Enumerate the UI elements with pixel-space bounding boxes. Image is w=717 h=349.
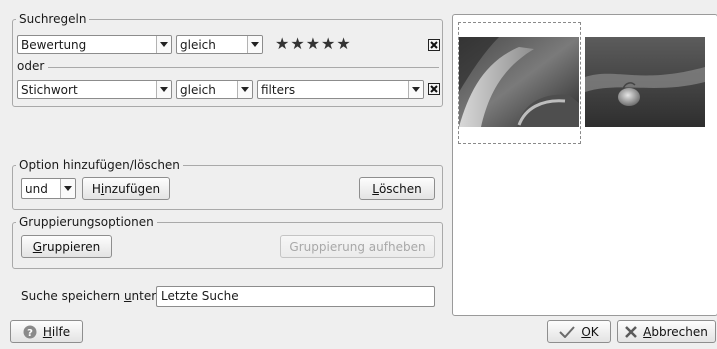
save-search-name-input[interactable]: Letzte Suche	[156, 286, 435, 307]
rule-separator-line	[48, 67, 439, 68]
help-label-mnemonic: H	[42, 324, 52, 339]
chevron-down-icon	[237, 81, 252, 98]
rule1-field-value: Bewertung	[21, 37, 87, 52]
chevron-down-icon	[156, 81, 171, 98]
delete-button[interactable]: Löschen	[359, 177, 435, 200]
conjunction-select[interactable]: und	[21, 178, 76, 199]
help-icon: ?	[23, 325, 37, 339]
add-label-suffix: nzufügen	[104, 181, 161, 196]
chevron-down-icon	[408, 81, 423, 98]
thumbnail-2-image	[585, 37, 705, 127]
cancel-button[interactable]: Abbrechen	[617, 320, 716, 343]
cancel-label-mnemonic: A	[643, 324, 652, 339]
rule2-operator-value: gleich	[180, 82, 216, 97]
ok-label-suffix: K	[590, 324, 599, 339]
remove-rule1-button[interactable]	[428, 39, 440, 51]
rule-separator-label: oder	[17, 59, 45, 73]
delete-label-suffix: öschen	[378, 181, 422, 196]
rule1-operator-value: gleich	[180, 37, 216, 52]
rating-stars[interactable]: ★★★★★	[275, 34, 352, 54]
save-label-prefix: Suche speichern	[21, 289, 124, 303]
chevron-down-icon	[247, 36, 262, 53]
thumbnail-2[interactable]	[585, 37, 705, 127]
ok-label-mnemonic: O	[581, 324, 591, 339]
ungroup-label: Gruppierung aufheben	[289, 239, 426, 254]
add-remove-option-title: Option hinzufügen/löschen	[19, 158, 180, 172]
ungroup-button[interactable]: Gruppierung aufheben	[280, 235, 435, 258]
save-label-mnemonic: u	[123, 289, 132, 303]
preview-panel[interactable]	[452, 14, 717, 316]
help-label-suffix: ilfe	[51, 324, 71, 339]
search-rules-title: Suchregeln	[19, 12, 87, 26]
help-button[interactable]: ? Hilfe	[10, 320, 83, 343]
save-search-label: Suche speichern unter:	[21, 289, 160, 303]
rule2-field-select[interactable]: Stichwort	[17, 80, 172, 99]
grouping-options-title: Gruppierungsoptionen	[19, 215, 154, 229]
rule2-field-value: Stichwort	[21, 82, 78, 97]
thumbnail-1-image	[459, 37, 579, 127]
group-label-suffix: ruppieren	[42, 239, 101, 254]
rule1-operator-select[interactable]: gleich	[176, 35, 263, 54]
thumbnail-1[interactable]	[459, 37, 579, 127]
add-button[interactable]: Hi nzufügen	[82, 177, 170, 200]
chevron-down-icon	[60, 179, 75, 198]
rule2-value: filters	[261, 82, 296, 97]
group-label-mnemonic: G	[32, 239, 43, 254]
delete-label-mnemonic: L	[372, 181, 379, 196]
remove-rule2-button[interactable]	[428, 83, 440, 95]
check-icon	[559, 325, 576, 338]
close-icon	[430, 85, 438, 93]
svg-text:?: ?	[27, 328, 33, 339]
chevron-down-icon	[156, 36, 171, 53]
cancel-x-icon	[625, 325, 638, 338]
close-icon	[430, 41, 438, 49]
add-label-prefix: H	[91, 181, 101, 196]
rule1-field-select[interactable]: Bewertung	[17, 35, 172, 54]
ok-button[interactable]: OK	[547, 320, 611, 343]
cancel-label-suffix: bbrechen	[651, 324, 708, 339]
rule2-operator-select[interactable]: gleich	[176, 80, 253, 99]
conjunction-value: und	[25, 181, 48, 196]
group-button[interactable]: Gruppieren	[21, 235, 112, 258]
rule2-value-select[interactable]: filters	[257, 80, 424, 99]
